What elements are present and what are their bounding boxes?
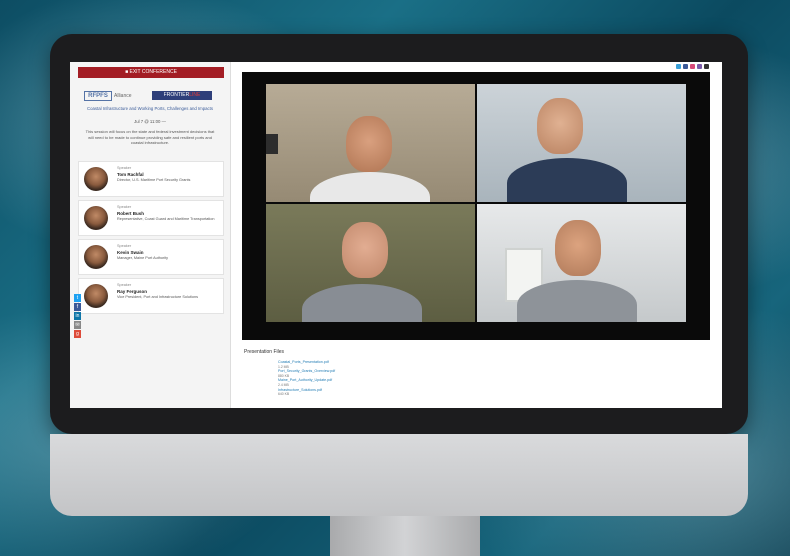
presentation-files-title: Presentation Files [244, 349, 285, 355]
participant-video[interactable] [266, 204, 475, 322]
speaker-org: Director, U.S. Maritime Port Security Gr… [117, 178, 191, 182]
speaker-name: Ray Ferguson [117, 289, 148, 294]
participant-video[interactable] [477, 204, 686, 322]
facebook-icon[interactable]: f [74, 303, 81, 311]
session-sidebar: ■ EXIT CONFERENCE RFPFS Alliance FRONTIE… [70, 62, 231, 408]
speaker-org: Representative, Coast Guard and Maritime… [117, 217, 215, 221]
presentation-files-panel: Presentation Files Coastal_Ports_Present… [242, 344, 710, 408]
speaker-role: Speaker [117, 205, 132, 209]
speaker-role: Speaker [117, 166, 132, 170]
video-conference-player[interactable] [242, 72, 710, 340]
speaker-org: Vice President, Port and Infrastructure … [117, 295, 198, 299]
share-icon[interactable] [676, 64, 681, 69]
speaker-list: Speaker Tom Rachfal Director, U.S. Marit… [78, 161, 224, 317]
facebook-icon[interactable] [683, 64, 688, 69]
google-plus-icon[interactable]: g [74, 330, 81, 338]
speaker-role: Speaker [117, 283, 132, 287]
menu-icon[interactable] [704, 64, 709, 69]
avatar [84, 206, 108, 230]
rfpfs-logo: RFPFS [84, 91, 112, 101]
speaker-card[interactable]: Speaker Tom Rachfal Director, U.S. Marit… [78, 161, 224, 197]
social-share-bar: t f in ✉ g [74, 294, 81, 339]
instagram-icon[interactable] [690, 64, 695, 69]
profile-icon[interactable] [697, 64, 702, 69]
session-date: Jul 7 @ 11:00 — [134, 119, 166, 124]
speaker-name: Kevin Swain [117, 250, 144, 255]
speaker-org: Manager, Maine Port Authority [117, 256, 169, 260]
wall-picture [266, 134, 278, 154]
speaker-card[interactable]: Speaker Robert Bush Representative, Coas… [78, 200, 224, 236]
participant-grid [266, 84, 686, 322]
participant-body [517, 280, 637, 322]
speaker-role: Speaker [117, 244, 132, 248]
participant-video[interactable] [477, 84, 686, 202]
avatar [84, 284, 108, 308]
linkedin-icon[interactable]: in [74, 312, 81, 320]
avatar [84, 245, 108, 269]
speaker-card[interactable]: Speaker Ray Ferguson Vice President, Por… [78, 278, 224, 314]
speaker-card[interactable]: Speaker Kevin Swain Manager, Maine Port … [78, 239, 224, 275]
session-description: This session will focus on the state and… [85, 129, 215, 145]
participant-head [346, 116, 392, 172]
screen: ■ EXIT CONFERENCE RFPFS Alliance FRONTIE… [70, 62, 722, 408]
session-title: Coastal Infrastructure and Working Ports… [86, 106, 214, 111]
speaker-name: Tom Rachfal [117, 172, 144, 177]
avatar [84, 167, 108, 191]
alliance-logo: Alliance [114, 93, 132, 99]
participant-body [507, 158, 627, 202]
email-icon[interactable]: ✉ [74, 321, 81, 329]
participant-head [342, 222, 388, 278]
participant-body [310, 172, 430, 202]
participant-head [555, 220, 601, 276]
sponsor-logos: RFPFS Alliance FRONTIERLINE [84, 91, 218, 103]
monitor-chin [50, 434, 748, 516]
file-size: 640 KB [278, 392, 290, 397]
participant-head [537, 98, 583, 154]
monitor-stand [330, 516, 480, 556]
participant-video[interactable] [266, 84, 475, 202]
exit-conference-button[interactable]: ■ EXIT CONFERENCE [78, 67, 224, 78]
participant-body [302, 284, 422, 322]
file-list: Coastal_Ports_Presentation.pdf 1.2 MB Po… [278, 360, 418, 397]
twitter-icon[interactable]: t [74, 294, 81, 302]
frontier-logo: FRONTIERLINE [152, 91, 212, 100]
speaker-name: Robert Bush [117, 211, 144, 216]
